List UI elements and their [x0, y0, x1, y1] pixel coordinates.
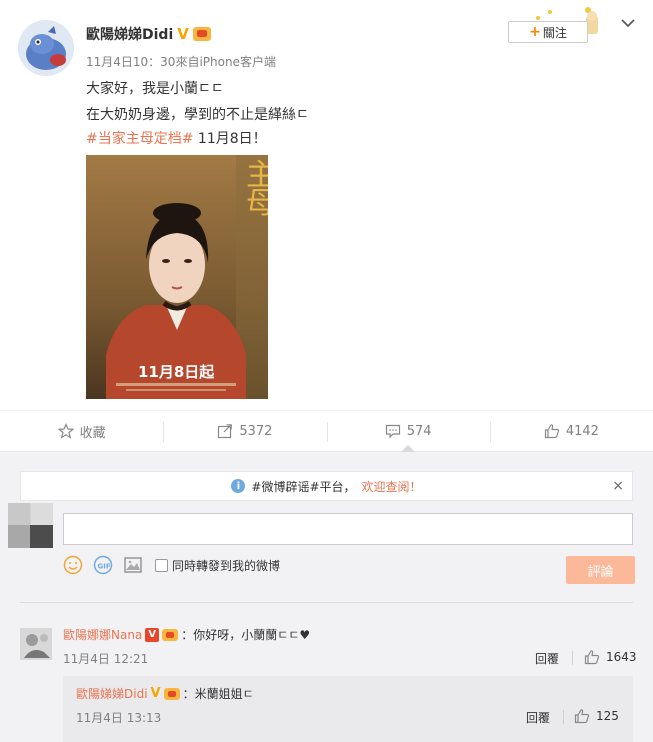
like-count: 4142 — [565, 423, 599, 439]
reply-link[interactable]: 回覆 — [526, 709, 550, 726]
member-crown-icon — [192, 27, 211, 41]
svg-text:GIF: GIF — [98, 563, 111, 571]
rumor-notice-bar: i #微博辟谣#平台， 欢迎查阅！ × — [20, 471, 633, 501]
star-icon — [57, 423, 74, 439]
notice-highlight[interactable]: 欢迎查阅！ — [362, 478, 422, 495]
weibo-post: 歐陽娣娣Didi V 11月4日10：30來自iPhone客户端 + 關注 大家… — [0, 0, 653, 410]
hashtag-link[interactable]: #当家主母定档# — [86, 131, 193, 147]
reply-link[interactable]: 回覆 — [535, 650, 559, 667]
favorite-label: 收藏 — [79, 425, 106, 441]
comment-time: 11月4日 12:21 — [63, 652, 149, 666]
gif-icon[interactable]: GIF — [93, 555, 113, 575]
release-date-text: 11月8日！ — [193, 131, 267, 147]
reply-row: 歐陽娣娣Didi V ：米蘭姐姐ㄷ — [76, 685, 254, 702]
action-bar: 收藏 5372 574 4142 — [0, 410, 653, 452]
notice-text[interactable]: #微博辟谣#平台， — [251, 478, 355, 495]
divider — [20, 602, 633, 603]
submit-comment-button[interactable]: 評論 — [566, 556, 635, 584]
commenter-avatar[interactable] — [20, 628, 52, 660]
comment-text: ：你好呀，小蘭蘭ㄷㄷ♥ — [181, 628, 311, 642]
post-text-line-3: #当家主母定档# 11月8日！ — [86, 128, 267, 148]
comment-like-button[interactable]: 1643 — [584, 649, 637, 665]
comment-count: 574 — [406, 423, 432, 439]
verified-icon: V — [150, 686, 161, 701]
share-icon — [218, 424, 233, 439]
separator — [563, 710, 564, 724]
reply-like-count: 125 — [596, 709, 619, 723]
close-icon[interactable]: × — [612, 478, 624, 494]
commenter-name[interactable]: 歐陽娜娜Nana — [63, 626, 142, 643]
verified-icon: V — [177, 25, 189, 43]
follow-label: 關注 — [542, 25, 567, 40]
emoji-icon[interactable] — [63, 555, 83, 575]
favorite-button[interactable]: 收藏 — [0, 411, 163, 451]
current-user-avatar — [8, 503, 53, 548]
info-icon: i — [231, 479, 246, 493]
follow-button[interactable]: + 關注 — [508, 21, 588, 43]
thumbs-up-icon — [574, 709, 590, 724]
comment-icon — [385, 424, 400, 439]
post-meta: 11月4日10：30來自iPhone客户端 — [86, 55, 276, 69]
like-button[interactable]: 4142 — [489, 411, 653, 451]
reply-text: ：米蘭姐姐ㄷ — [182, 687, 254, 701]
thumbs-up-icon — [544, 424, 559, 439]
author-name[interactable]: 歐陽娣娣Didi — [86, 24, 173, 44]
chevron-down-icon[interactable] — [620, 16, 636, 30]
member-crown-icon — [162, 628, 179, 641]
comment-like-count: 1643 — [606, 650, 637, 664]
composer-tools: GIF 同時轉發到我的微博 — [63, 555, 280, 575]
reply-like-button[interactable]: 125 — [574, 708, 619, 724]
repost-button[interactable]: 5372 — [163, 411, 326, 451]
comment-row: 歐陽娜娜Nana V ：你好呀，小蘭蘭ㄷㄷ♥ — [63, 626, 310, 643]
post-text-line-2: 在大奶奶身邊，學到的不止是緙絲ㄷ — [86, 107, 309, 123]
also-repost-option[interactable]: 同時轉發到我的微博 — [155, 557, 280, 574]
active-tab-indicator — [401, 445, 415, 452]
plus-icon: + — [529, 24, 541, 40]
reply-time: 11月4日 13:13 — [76, 711, 162, 725]
repost-count: 5372 — [239, 423, 273, 439]
comment-input[interactable] — [63, 513, 633, 545]
replier-name[interactable]: 歐陽娣娣Didi — [76, 685, 148, 702]
post-image[interactable]: 主 母 11月8日起 — [86, 155, 268, 399]
author-avatar[interactable] — [18, 20, 74, 76]
author-row: 歐陽娣娣Didi V — [86, 24, 211, 44]
post-text-line-1: 大家好，我是小蘭ㄷㄷ — [86, 81, 224, 97]
svg-text:母: 母 — [246, 186, 268, 221]
member-crown-icon — [163, 687, 180, 700]
verified-icon: V — [145, 627, 160, 642]
separator — [572, 651, 573, 665]
also-repost-label: 同時轉發到我的微博 — [172, 558, 281, 573]
image-icon[interactable] — [123, 555, 143, 575]
also-repost-checkbox[interactable] — [155, 558, 168, 572]
thumbs-up-icon — [584, 650, 600, 665]
poster-date-text: 11月8日起 — [138, 363, 215, 381]
